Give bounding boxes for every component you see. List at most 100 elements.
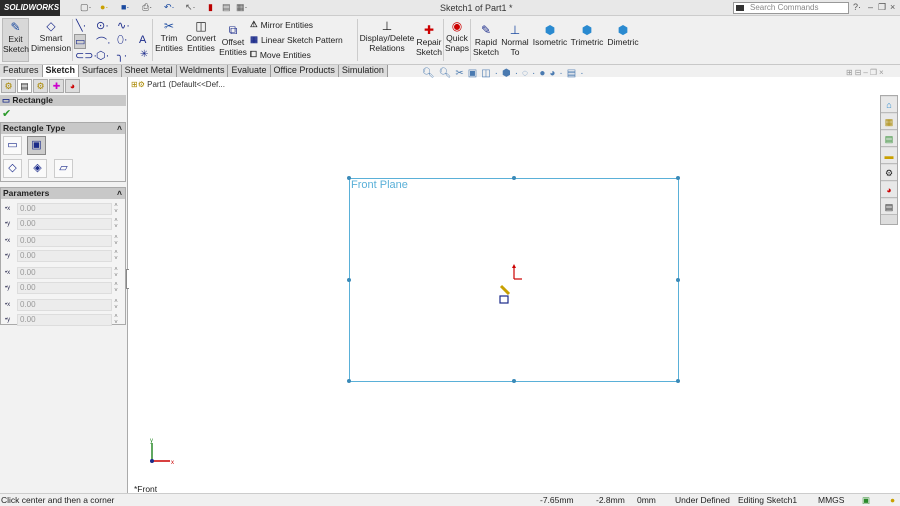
configuration-tab-icon[interactable]: ⚙ — [33, 79, 48, 93]
rectangle-handle[interactable] — [347, 379, 351, 383]
save-icon[interactable]: ■· — [121, 2, 129, 12]
quick-tips-icon[interactable]: ▣ — [862, 494, 870, 506]
parameter-spinner[interactable]: ˄ ˅ — [112, 314, 120, 326]
offset-entities-button[interactable]: ⧉ Offset Entities — [218, 22, 248, 57]
feature-tree-tab-icon[interactable]: ⚙ — [1, 79, 16, 93]
spline-icon[interactable]: ∿· — [117, 19, 130, 32]
parameter-spinner[interactable]: ˄ ˅ — [112, 267, 120, 279]
parameter-x-input[interactable]: 0.00 — [17, 234, 112, 247]
tab-surfaces[interactable]: Surfaces — [79, 65, 122, 77]
mirror-entities-button[interactable]: ⚠ Mirror Entities — [250, 19, 313, 30]
dimxpert-tab-icon[interactable]: ✚ — [49, 79, 64, 93]
ellipse-icon[interactable]: ⬯· — [117, 34, 128, 47]
parameter-y-input[interactable]: 0.00 — [17, 249, 112, 262]
parameter-y-input[interactable]: 0.00 — [17, 217, 112, 230]
parameter-x-input[interactable]: 0.00 — [17, 298, 112, 311]
3point-corner-rectangle-icon[interactable]: ◇ — [3, 159, 22, 178]
feature-tree-flyout[interactable]: ⊞⚙ Part1 (Default<<Def... — [131, 80, 225, 89]
property-manager-tab-icon[interactable]: ▤ — [17, 79, 32, 93]
new-icon[interactable]: ▢· — [80, 2, 92, 13]
heads-up-view-toolbar[interactable]: 🔍︎🔍︎✂▣◫·⬢·◌·●◕·▤· — [422, 68, 588, 79]
rebuild-icon[interactable]: ▮ — [208, 2, 213, 13]
file-explorer-icon[interactable]: ▤ — [881, 131, 897, 147]
folder-icon[interactable]: ▬ — [881, 148, 897, 164]
design-library-icon[interactable]: ▦ — [881, 114, 897, 130]
resources-icon[interactable]: ⌂ — [881, 97, 897, 113]
display-delete-relations-button[interactable]: ⊥ Display/Delete Relations — [359, 18, 415, 53]
open-icon[interactable]: ●· — [100, 2, 108, 12]
rectangle-handle[interactable] — [347, 278, 351, 282]
repair-sketch-button[interactable]: ✚ Repair Sketch — [415, 22, 443, 57]
tab-features[interactable]: Features — [0, 65, 43, 77]
rectangle-handle[interactable] — [676, 278, 680, 282]
tab-weldments[interactable]: Weldments — [176, 65, 229, 77]
restore-icon[interactable]: ❐ — [878, 2, 886, 13]
search-commands-input[interactable]: Search Commands — [733, 2, 849, 14]
tab-simulation[interactable]: Simulation — [338, 65, 388, 77]
arc-icon[interactable]: ⌒· — [96, 34, 111, 50]
text-icon[interactable]: A — [139, 34, 146, 46]
print-icon[interactable]: ⎙· — [142, 2, 152, 13]
corner-rectangle-icon[interactable]: ▭ — [3, 136, 22, 155]
rectangle-type-header[interactable]: Rectangle Type ˄ — [1, 123, 125, 134]
parameter-spinner[interactable]: ˄ ˅ — [112, 282, 120, 294]
point-icon[interactable]: ✳ — [140, 49, 148, 60]
undo-icon[interactable]: ↶· — [164, 2, 175, 13]
tab-evaluate[interactable]: Evaluate — [228, 65, 271, 77]
fillet-icon[interactable]: ╮· — [117, 49, 127, 62]
ok-checkmark-icon[interactable]: ✔ — [2, 107, 11, 120]
display-manager-tab-icon[interactable]: ◕ — [65, 79, 80, 93]
rectangle-handle[interactable] — [676, 379, 680, 383]
minimize-icon[interactable]: – — [868, 2, 873, 12]
viewport-controls[interactable]: ⊞⊟–❐× — [846, 68, 886, 77]
move-entities-button[interactable]: ⧠ Move Entities — [250, 49, 311, 60]
appearances-icon[interactable]: ◕ — [881, 182, 897, 198]
parameters-header[interactable]: Parameters ˄ — [1, 188, 125, 199]
options-icon[interactable]: ▦· — [236, 2, 248, 13]
select-icon[interactable]: ↖· — [185, 2, 196, 13]
dimetric-button[interactable]: ⬢ Dimetric — [605, 22, 641, 47]
parameter-y-input[interactable]: 0.00 — [17, 313, 112, 326]
rectangle-handle[interactable] — [512, 379, 516, 383]
help-icon[interactable]: ?· — [853, 2, 861, 12]
convert-entities-button[interactable]: ◫ Convert Entities — [185, 18, 217, 53]
rapid-sketch-button[interactable]: ✎ Rapid Sketch — [472, 22, 500, 57]
rectangle-handle[interactable] — [512, 176, 516, 180]
rebuild-status-icon: ● — [890, 495, 896, 505]
parameter-y-input[interactable]: 0.00 — [17, 281, 112, 294]
isometric-button[interactable]: ⬢ Isometric — [531, 22, 569, 47]
parameter-spinner[interactable]: ˄ ˅ — [112, 235, 120, 247]
circle-icon[interactable]: ⊙· — [96, 19, 109, 32]
parameter-spinner[interactable]: ˄ ˅ — [112, 203, 120, 215]
smart-dimension-button[interactable]: ◇ Smart Dimension — [31, 18, 71, 53]
exit-sketch-button[interactable]: ✎ Exit Sketch — [2, 18, 29, 62]
tab-sheet-metal[interactable]: Sheet Metal — [121, 65, 177, 77]
rectangle-icon[interactable]: ▭ — [74, 34, 87, 49]
parameter-x-input[interactable]: 0.00 — [17, 266, 112, 279]
rectangle-handle[interactable] — [676, 176, 680, 180]
line-icon[interactable]: ╲· — [76, 19, 86, 32]
tab-sketch[interactable]: Sketch — [42, 65, 80, 77]
parallelogram-icon[interactable]: ▱ — [54, 159, 73, 178]
parameter-x-input[interactable]: 0.00 — [17, 202, 112, 215]
slot-icon[interactable]: ⊂⊃· — [75, 49, 97, 62]
quick-snaps-button[interactable]: ◉ Quick Snaps — [444, 18, 470, 53]
trim-entities-button[interactable]: ✂ Trim Entities — [154, 18, 184, 53]
close-icon[interactable]: × — [890, 2, 895, 12]
parameter-spinner[interactable]: ˄ ˅ — [112, 218, 120, 230]
file-properties-icon[interactable]: ▤ — [222, 2, 231, 13]
custom-properties-icon[interactable]: ▤ — [881, 199, 897, 215]
3point-center-rectangle-icon[interactable]: ◈ — [28, 159, 47, 178]
unit-system-selector[interactable]: MMGS — [818, 494, 844, 506]
normal-to-button[interactable]: ⊥ Normal To — [500, 22, 530, 57]
linear-sketch-pattern-button[interactable]: ▦ Linear Sketch Pattern — [250, 34, 343, 45]
parameter-spinner[interactable]: ˄ ˅ — [112, 250, 120, 262]
tab-office-products[interactable]: Office Products — [270, 65, 339, 77]
x-coordinate-icon: •x — [5, 269, 11, 276]
polygon-icon[interactable]: ⬡· — [96, 49, 109, 62]
trimetric-button[interactable]: ⬢ Trimetric — [569, 22, 605, 47]
parameter-row: •y 0.00 ˄ ˅ — [5, 249, 123, 262]
parameter-spinner[interactable]: ˄ ˅ — [112, 299, 120, 311]
center-rectangle-icon[interactable]: ▣ — [27, 136, 46, 155]
view-palette-icon[interactable]: ⚙ — [881, 165, 897, 181]
